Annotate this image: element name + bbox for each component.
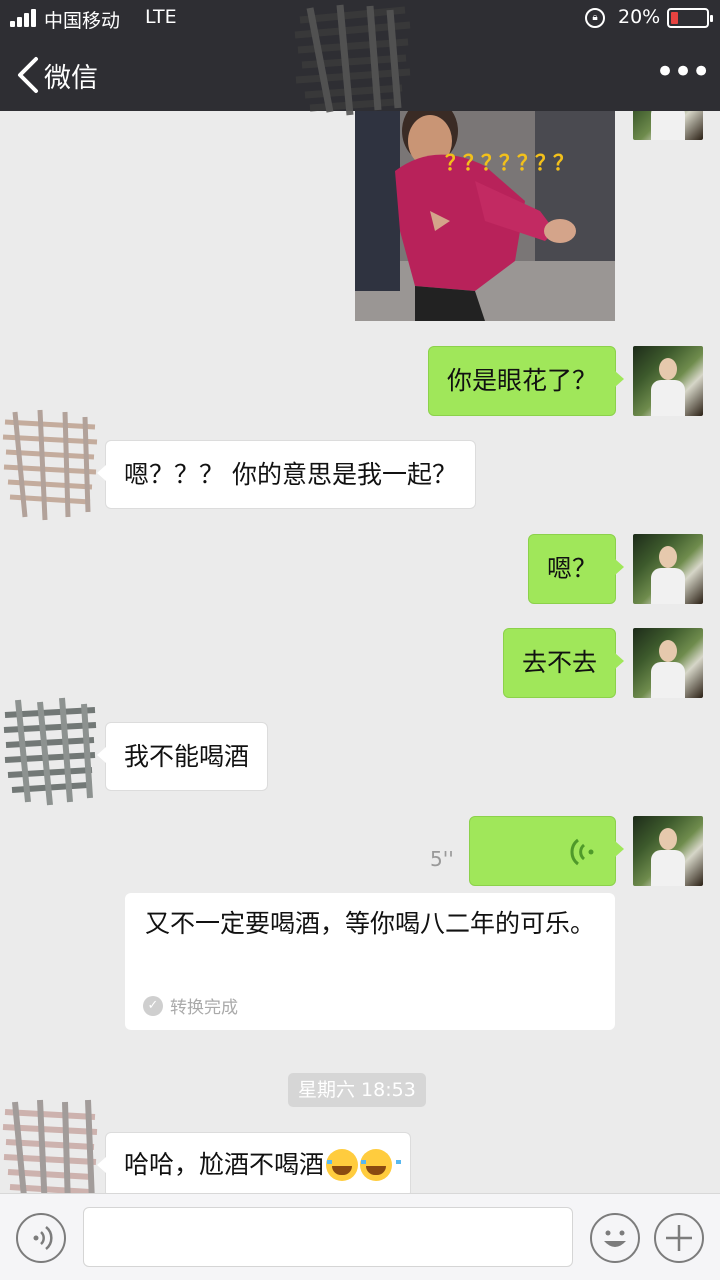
more-functions-button[interactable] (654, 1213, 704, 1263)
my-avatar[interactable] (633, 346, 703, 416)
message-text: 哈哈，尬酒不喝酒 (124, 1150, 325, 1179)
message-bubble-sent[interactable]: 嗯？ (527, 534, 625, 604)
plus-icon (666, 1225, 692, 1251)
signal-icon (10, 9, 40, 27)
smiley-icon (604, 1230, 626, 1247)
transcript-status: ✓ 转换完成 (143, 993, 238, 1018)
message-text: 嗯？ (546, 554, 597, 583)
voice-transcript-card[interactable]: 又不一定要喝酒，等你喝八二年的可乐。 ✓ 转换完成 (125, 893, 615, 1030)
message-text: 你是眼花了？ (446, 366, 597, 395)
message-bubble-received[interactable]: 我不能喝酒 (96, 722, 269, 791)
my-avatar[interactable] (633, 534, 703, 604)
battery-icon (667, 8, 713, 28)
transcript-status-label: 转换完成 (170, 998, 238, 1018)
tears-of-joy-emoji-icon (360, 1149, 402, 1181)
transcript-text: 又不一定要喝酒，等你喝八二年的可乐。 (145, 909, 596, 938)
more-options-button[interactable]: ••• (655, 55, 711, 89)
network-type: LTE (145, 6, 177, 28)
voice-wave-icon (570, 838, 594, 866)
timestamp-divider: 星期六 18:53 (288, 1073, 426, 1107)
battery-percent: 20% (618, 6, 661, 28)
voice-icon (33, 1226, 53, 1250)
carrier-label: 中国移动 (44, 10, 121, 32)
rotation-lock-icon: 🔒︎ (585, 8, 605, 28)
my-avatar[interactable] (633, 816, 703, 886)
message-bubble-sent[interactable]: 去不去 (502, 628, 625, 698)
contact-avatar-redacted[interactable] (0, 690, 100, 810)
emoji-button[interactable] (590, 1213, 640, 1263)
my-avatar[interactable] (633, 628, 703, 698)
message-input[interactable] (83, 1207, 573, 1267)
sticker-image[interactable]: ？？？？？？？ (355, 111, 615, 321)
sticker-caption: ？？？？？？？ (445, 151, 574, 175)
message-bubble-received[interactable]: 哈哈，尬酒不喝酒 (96, 1132, 412, 1198)
input-bar (0, 1193, 720, 1280)
message-text: 我不能喝酒 (124, 741, 250, 771)
voice-duration: 5'' (430, 847, 454, 871)
contact-avatar-redacted[interactable] (0, 402, 100, 522)
back-button[interactable]: 微信 (44, 56, 98, 95)
check-icon: ✓ (143, 995, 163, 1016)
sticker-illustration (355, 111, 615, 321)
message-text: 去不去 (521, 648, 597, 677)
voice-message-bubble[interactable] (469, 816, 624, 886)
message-bubble-sent[interactable]: 你是眼花了？ (427, 346, 625, 416)
message-bubble-received[interactable]: 嗯？？？ 你的意思是我一起？ (97, 440, 476, 509)
redaction-scribble (294, 4, 411, 116)
message-text: 嗯？？？ 你的意思是我一起？ (124, 459, 457, 489)
tears-of-joy-emoji-icon (326, 1149, 368, 1181)
voice-input-button[interactable] (16, 1213, 66, 1263)
